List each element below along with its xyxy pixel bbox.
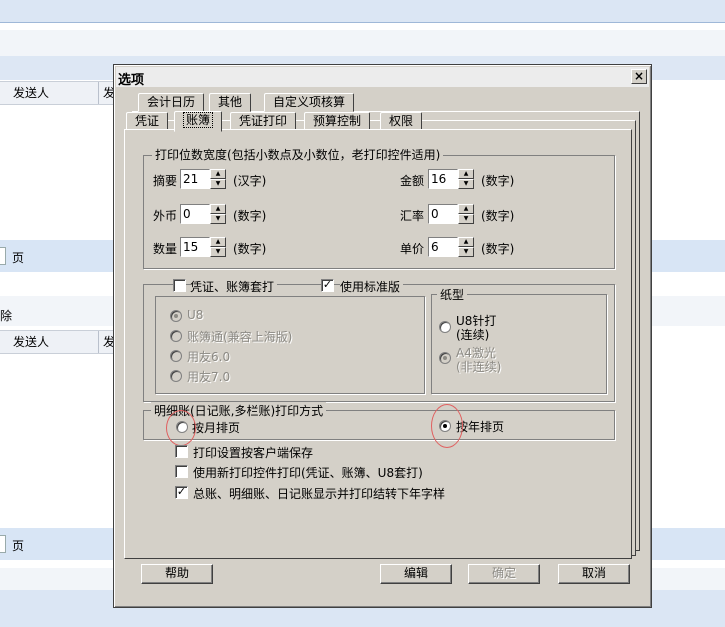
app-divider [0,22,725,23]
show-carry-forward-checkbox[interactable]: ✓ [175,486,188,499]
account-book-page: 打印位数宽度(包括小数点及小数位，老打印控件适用) 摘要 ▲▼ (汉字) 外币 … [124,129,632,559]
tab-other[interactable]: 其他 [209,93,252,112]
voucher-book-set-print-label[interactable]: 凭证、账簿套打 [190,278,278,295]
yearly-pagination-label: 按年排页 [456,420,505,434]
page-number-input-2[interactable] [0,535,6,553]
save-print-settings-on-client-checkbox[interactable] [175,445,188,458]
amount-stepper[interactable]: ▲▼ [428,169,474,189]
version-ufida6-radio[interactable] [170,350,182,362]
use-new-print-control-checkbox[interactable] [175,465,188,478]
foreign-currency-stepper[interactable]: ▲▼ [180,204,226,224]
unit-price-stepper[interactable]: ▲▼ [428,237,474,257]
help-button[interactable]: 帮助 [141,564,213,584]
spin-down-icon[interactable]: ▼ [458,179,474,189]
exchange-rate-unit: (数字) [481,209,515,223]
cancel-button[interactable]: 取消 [558,564,630,584]
column-header-sender[interactable]: 发送人 [9,82,99,104]
version-zhangbutong-label: 账簿通(兼容上海版) [187,330,293,344]
app-toolbar-band [0,30,725,56]
dialog-titlebar[interactable]: 选项 × [116,67,649,88]
options-dialog: 选项 × 会计日历 其他 自定义项核算 凭证 账簿 凭证打印 预算控制 权限 打… [113,64,652,608]
spin-down-icon[interactable]: ▼ [210,247,226,257]
use-standard-version-checkbox[interactable]: ✓ [321,279,334,292]
spin-up-icon[interactable]: ▲ [458,237,474,247]
exchange-rate-label: 汇率 [400,209,425,223]
spin-up-icon[interactable]: ▲ [210,204,226,214]
paper-a4-laser-radio[interactable] [439,352,451,364]
exchange-rate-input[interactable] [428,204,458,224]
close-button[interactable]: × [631,69,647,84]
spin-down-icon[interactable]: ▼ [210,214,226,224]
amount-label: 金额 [400,174,425,188]
summary-input[interactable] [180,169,210,189]
unit-price-input[interactable] [428,237,458,257]
paper-u8-dot-matrix-sub: (连续) [456,328,490,342]
foreign-currency-input[interactable] [180,204,210,224]
foreign-currency-unit: (数字) [233,209,267,223]
summary-stepper[interactable]: ▲▼ [180,169,226,189]
summary-unit: (汉字) [233,174,267,188]
foreign-currency-label: 外币 [153,209,178,223]
spin-down-icon[interactable]: ▼ [210,179,226,189]
version-ufida6-label: 用友6.0 [187,350,231,364]
paper-type-label: 纸型 [437,286,468,303]
paper-u8-dot-matrix-radio[interactable] [439,321,451,333]
dialog-title: 选项 [118,73,145,88]
paper-a4-laser-sub: (非连续) [456,360,502,374]
print-width-group-label: 打印位数宽度(包括小数点及小数位，老打印控件适用) [152,146,444,163]
spin-up-icon[interactable]: ▲ [210,237,226,247]
amount-unit: (数字) [481,174,515,188]
edit-button[interactable]: 编辑 [380,564,452,584]
version-u8-label: U8 [187,308,204,322]
monthly-pagination-radio[interactable] [176,421,188,433]
voucher-book-set-print-checkbox[interactable] [173,279,186,292]
spin-down-icon[interactable]: ▼ [458,214,474,224]
quantity-input[interactable] [180,237,210,257]
tab-accounting-calendar[interactable]: 会计日历 [138,93,205,112]
summary-label: 摘要 [153,174,178,188]
exchange-rate-stepper[interactable]: ▲▼ [428,204,474,224]
version-ufida7-label: 用友7.0 [187,370,231,384]
save-print-settings-on-client-label[interactable]: 打印设置按客户端保存 [193,444,313,461]
ok-button[interactable]: 确定 [468,564,540,584]
spin-up-icon[interactable]: ▲ [458,204,474,214]
pager-label-2: 页 [12,539,25,553]
amount-input[interactable] [428,169,458,189]
detail-print-method-label: 明细账(日记账,多栏账)打印方式 [151,402,327,419]
quantity-unit: (数字) [233,242,267,256]
spin-up-icon[interactable]: ▲ [458,169,474,179]
close-icon: × [633,69,645,83]
spin-up-icon[interactable]: ▲ [210,169,226,179]
tab-account-book[interactable]: 账簿 [174,111,223,132]
show-carry-forward-label[interactable]: 总账、明细账、日记账显示并打印结转下年字样 [193,485,445,502]
unit-price-unit: (数字) [481,242,515,256]
unit-price-label: 单价 [400,242,425,256]
use-new-print-control-label[interactable]: 使用新打印控件打印(凭证、账簿、U8套打) [193,464,423,481]
version-u8-radio[interactable] [170,310,182,322]
page-number-input-1[interactable] [0,247,6,265]
quantity-label: 数量 [153,242,178,256]
use-standard-version-label[interactable]: 使用标准版 [340,278,404,295]
yearly-pagination-radio[interactable] [439,420,451,432]
pager-label-1: 页 [12,251,25,265]
version-ufida7-radio[interactable] [170,370,182,382]
version-zhangbutong-radio[interactable] [170,330,182,342]
check-icon: ✓ [322,278,333,291]
quantity-stepper[interactable]: ▲▼ [180,237,226,257]
tab-custom-item-accounting[interactable]: 自定义项核算 [264,93,355,112]
app-top-band [0,0,725,22]
spin-down-icon[interactable]: ▼ [458,247,474,257]
delete-button[interactable]: 除 [0,307,12,324]
monthly-pagination-label: 按月排页 [192,421,241,435]
column-header-sender-2[interactable]: 发送人 [9,331,99,353]
check-icon: ✓ [176,485,187,498]
